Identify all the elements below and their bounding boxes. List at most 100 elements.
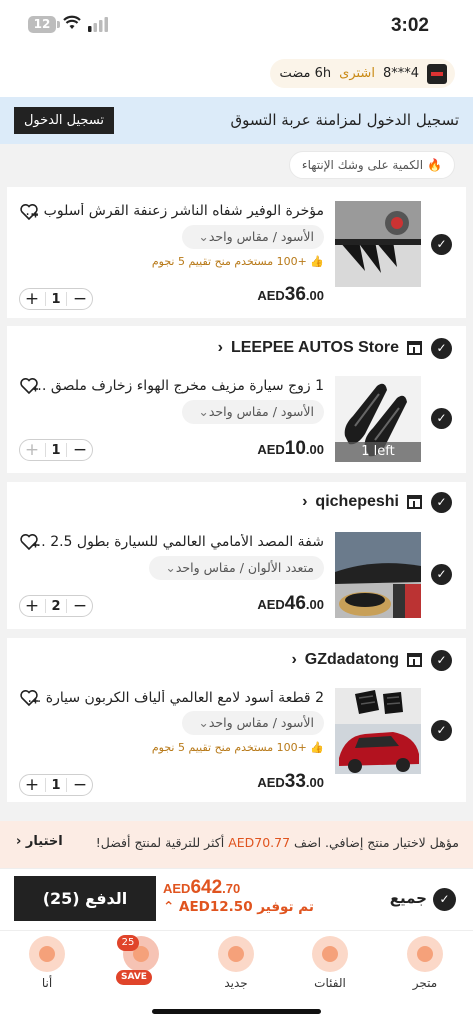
wishlist-heart-icon[interactable] xyxy=(19,376,39,396)
shop-icon xyxy=(407,936,443,972)
product-title[interactable]: شفة المصد الأمامي العالمي للسيارة بطول 2… xyxy=(24,534,324,550)
quantity-increase-button[interactable]: + xyxy=(24,441,40,459)
quantity-increase-button[interactable]: + xyxy=(24,290,40,308)
nav-item-categories[interactable]: الفئات xyxy=(295,936,365,990)
rating-note-text: +100 مستخدم منح تقييم 5 نجوم xyxy=(151,255,307,268)
quantity-increase-button[interactable]: + xyxy=(24,597,40,615)
nav-item-me[interactable]: أنا xyxy=(12,936,82,990)
quantity-stepper: + 1 − xyxy=(19,288,93,310)
quantity-decrease-button[interactable]: − xyxy=(72,290,88,308)
quantity-stepper: + 2 − xyxy=(19,595,93,617)
thumbs-up-icon: 👍 xyxy=(310,255,324,268)
ticker-time: 6h مضت xyxy=(279,66,332,81)
ticker-action: اشترى xyxy=(339,66,375,81)
variant-label: الأسود / مقاس واحد xyxy=(208,715,314,730)
nav-label: جديد xyxy=(224,976,248,990)
ticker-user: 4***8 xyxy=(382,66,419,81)
stepper-divider xyxy=(65,599,67,613)
checkout-button[interactable]: الدفع (25) xyxy=(14,876,156,921)
purchase-ticker-area: 4***8 اشترى 6h مضت xyxy=(0,52,473,97)
quantity-value[interactable]: 2 xyxy=(51,599,60,614)
upgrade-offer-bar: مؤهل لاختيار منتج إضافي. اضف AED70.77 أك… xyxy=(0,821,473,868)
cart-item-card: ✓ مؤخرة الوفير شفاه الناشر زعنفة القرش أ… xyxy=(7,187,466,318)
variant-selector[interactable]: متعدد الألوان / مقاس واحد⌄ xyxy=(149,556,324,580)
store-checkbox[interactable]: ✓ xyxy=(431,338,452,359)
product-title[interactable]: 2 قطعة أسود لامع العالمي ألياف الكربون س… xyxy=(24,690,324,706)
price-currency: AED xyxy=(257,442,285,457)
store-header[interactable]: qichepeshi ‹ xyxy=(302,493,422,511)
cart-item-card: ✓ GZdadatong ‹ ✓ 2 قطعة أسود لامع العالم… xyxy=(7,638,466,802)
quantity-decrease-button[interactable]: − xyxy=(72,441,88,459)
store-checkbox[interactable]: ✓ xyxy=(431,650,452,671)
product-title[interactable]: مؤخرة الوفير شفاه الناشر زعنفة القرش أسل… xyxy=(24,203,324,219)
item-checkbox[interactable]: ✓ xyxy=(431,234,452,255)
upgrade-text-end: أكثر للترقية لمنتج أفضل! xyxy=(95,835,225,850)
stepper-divider xyxy=(45,599,47,613)
quantity-value[interactable]: 1 xyxy=(51,443,60,458)
low-stock-text: الكمية على وشك الإنتهاء xyxy=(301,158,424,172)
chevron-right-icon: ‹ xyxy=(217,339,223,356)
nav-label: متجر xyxy=(412,976,438,990)
rating-note: 👍 +100 مستخدم منح تقييم 5 نجوم xyxy=(152,741,324,754)
ticker-product-thumbnail xyxy=(427,63,447,84)
stepper-divider xyxy=(45,292,47,306)
variant-selector[interactable]: الأسود / مقاس واحد⌄ xyxy=(182,225,324,249)
nav-item-shop[interactable]: متجر xyxy=(390,936,460,990)
store-header[interactable]: GZdadatong ‹ xyxy=(291,651,422,669)
item-checkbox[interactable]: ✓ xyxy=(431,720,452,741)
store-name: qichepeshi xyxy=(315,493,399,510)
quantity-value[interactable]: 1 xyxy=(51,778,60,793)
total-decimal: .70 xyxy=(222,881,241,896)
chevron-up-icon: ⌃ xyxy=(163,899,175,915)
item-checkbox[interactable]: ✓ xyxy=(431,408,452,429)
nav-item-new[interactable]: جديد xyxy=(201,936,271,990)
variant-selector[interactable]: الأسود / مقاس واحد⌄ xyxy=(182,711,324,735)
store-header[interactable]: LEEPEE AUTOS Store ‹ xyxy=(218,339,422,357)
wishlist-heart-icon[interactable] xyxy=(19,688,39,708)
item-checkbox[interactable]: ✓ xyxy=(431,564,452,585)
status-bar: 12 3:02 xyxy=(0,0,473,52)
product-image[interactable] xyxy=(335,201,421,287)
quantity-decrease-button[interactable]: − xyxy=(72,597,88,615)
item-price: AED36.00 xyxy=(257,284,324,306)
savings-label: تم توفير xyxy=(257,899,314,915)
quantity-value[interactable]: 1 xyxy=(51,292,60,307)
product-image[interactable] xyxy=(335,688,421,774)
store-checkbox[interactable]: ✓ xyxy=(431,492,452,513)
wishlist-heart-icon[interactable] xyxy=(19,532,39,552)
nav-label: أنا xyxy=(41,976,53,990)
store-icon xyxy=(407,495,422,509)
choose-upgrade-button[interactable]: اختيار ‹ xyxy=(16,834,63,849)
stepper-divider xyxy=(45,778,47,792)
profile-icon xyxy=(29,936,65,972)
rating-note-text: +100 مستخدم منح تقييم 5 نجوم xyxy=(151,741,307,754)
cart-item-card: ✓ qichepeshi ‹ ✓ شفة المصد الأمامي العال… xyxy=(7,482,466,629)
flame-icon: 🔥 xyxy=(427,158,442,172)
variant-selector[interactable]: الأسود / مقاس واحد⌄ xyxy=(182,400,324,424)
store-icon xyxy=(407,653,422,667)
status-time: 3:02 xyxy=(390,15,429,36)
item-price: AED10.00 xyxy=(257,438,324,460)
store-icon xyxy=(407,341,422,355)
select-all-checkbox[interactable]: ✓ xyxy=(433,888,456,911)
chevron-right-icon: ‹ xyxy=(291,651,297,668)
wishlist-heart-icon[interactable] xyxy=(19,202,39,222)
price-integer: 46 xyxy=(284,593,306,614)
product-title[interactable]: 1 زوج سيارة مزيف مخرج الهواء زخارف ملصق … xyxy=(24,378,324,394)
battery-icon: 12 xyxy=(28,16,60,33)
nav-label: الفئات xyxy=(314,976,346,990)
cart-count-badge: 25 xyxy=(117,935,139,951)
stepper-divider xyxy=(65,443,67,457)
login-button[interactable]: تسجيل الدخول xyxy=(14,107,114,134)
savings-summary[interactable]: تم توفير AED12.50 ⌃ xyxy=(163,899,314,915)
select-all-label[interactable]: جميع xyxy=(390,889,427,907)
thumbs-up-icon: 👍 xyxy=(310,741,324,754)
quantity-stepper: + 1 − xyxy=(19,774,93,796)
chevron-right-icon: ‹ xyxy=(302,493,308,510)
quantity-increase-button[interactable]: + xyxy=(24,776,40,794)
quantity-decrease-button[interactable]: − xyxy=(72,776,88,794)
price-currency: AED xyxy=(257,288,285,303)
product-image[interactable] xyxy=(335,532,421,618)
checkout-bar: الدفع (25) AED642.70 تم توفير AED12.50 ⌃… xyxy=(0,868,473,930)
product-image[interactable]: 1 left xyxy=(335,376,421,462)
